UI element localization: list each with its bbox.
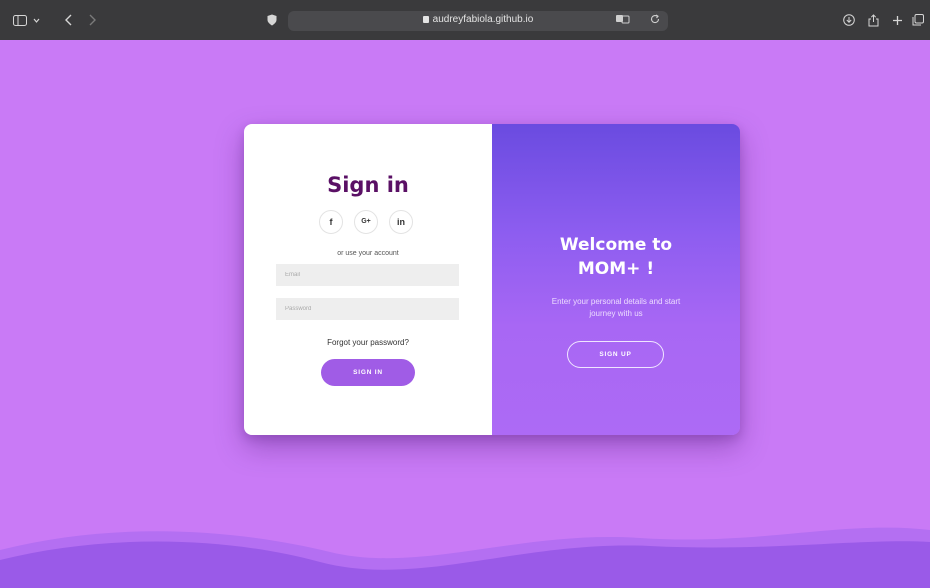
tabs-overview-icon[interactable]: [911, 13, 925, 27]
auth-card: Sign in f G+ in or use your account Forg…: [244, 124, 740, 435]
sign-in-panel: Sign in f G+ in or use your account Forg…: [244, 124, 492, 435]
password-field[interactable]: [276, 298, 459, 320]
shield-icon[interactable]: [266, 13, 278, 27]
google-plus-icon[interactable]: G+: [354, 210, 378, 234]
wave-decoration: [0, 527, 930, 588]
share-icon[interactable]: [866, 13, 880, 27]
url-text: audreyfabiola.github.io: [432, 14, 534, 25]
welcome-title: Welcome to MOM+ !: [492, 233, 740, 281]
sign-in-title: Sign in: [327, 173, 409, 197]
translate-icon[interactable]: [616, 14, 630, 27]
browser-toolbar: audreyfabiola.github.io: [0, 0, 930, 40]
welcome-subtitle-line1: Enter your personal details and start: [551, 297, 681, 306]
facebook-icon[interactable]: f: [319, 210, 343, 234]
sign-in-button[interactable]: SIGN IN: [321, 359, 415, 386]
forgot-password-link[interactable]: Forgot your password?: [244, 338, 492, 347]
social-login-row: f G+ in: [319, 210, 419, 234]
chevron-down-icon[interactable]: [31, 13, 41, 27]
address-bar[interactable]: audreyfabiola.github.io: [288, 11, 668, 31]
welcome-subtitle: Enter your personal details and start jo…: [492, 296, 740, 320]
lock-icon: [422, 16, 429, 23]
back-icon[interactable]: [62, 13, 74, 27]
new-tab-icon[interactable]: [890, 13, 904, 27]
welcome-title-line2: MOM+ !: [577, 259, 655, 279]
download-icon[interactable]: [842, 13, 856, 27]
linkedin-icon[interactable]: in: [389, 210, 413, 234]
welcome-panel: Welcome to MOM+ ! Enter your personal de…: [492, 124, 740, 435]
forward-icon[interactable]: [86, 13, 98, 27]
welcome-title-line1: Welcome to: [559, 235, 673, 255]
email-field[interactable]: [276, 264, 459, 286]
or-use-account-text: or use your account: [337, 250, 399, 257]
sign-up-button[interactable]: SIGN UP: [567, 341, 664, 368]
reload-icon[interactable]: [650, 14, 660, 27]
sidebar-icon[interactable]: [12, 13, 28, 27]
welcome-subtitle-line2: journey with us: [589, 309, 643, 318]
